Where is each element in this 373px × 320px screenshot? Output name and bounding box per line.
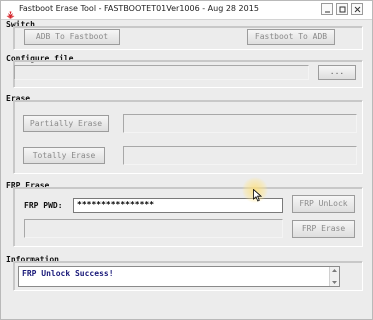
frp-pwd-value: ****************	[77, 200, 155, 209]
minimize-icon	[325, 11, 330, 13]
configure-file-path-field[interactable]	[14, 65, 309, 80]
browse-button[interactable]: ...	[318, 65, 356, 80]
fastboot-to-adb-button[interactable]: Fastboot To ADB	[247, 29, 335, 45]
scroll-arrows-icon	[332, 269, 337, 284]
partially-erase-button[interactable]: Partially Erase	[23, 115, 109, 132]
close-button[interactable]	[351, 3, 363, 15]
information-message: FRP Unlock Success!	[22, 269, 114, 278]
app-window: Fastboot Erase Tool - FASTBOOTET01Ver100…	[0, 0, 373, 320]
title-bar: Fastboot Erase Tool - FASTBOOTET01Ver100…	[1, 1, 372, 20]
adb-to-fastboot-button[interactable]: ADB To Fastboot	[24, 29, 120, 45]
window-title: Fastboot Erase Tool - FASTBOOTET01Ver100…	[19, 4, 259, 13]
huawei-logo-icon	[6, 5, 15, 19]
frp-pwd-label: FRP PWD:	[24, 201, 63, 210]
frp-erase-button[interactable]: FRP Erase	[292, 220, 355, 238]
frp-unlock-button[interactable]: FRP UnLock	[292, 195, 355, 213]
maximize-icon	[339, 6, 346, 13]
totally-erase-button[interactable]: Totally Erase	[23, 147, 105, 164]
mouse-pointer-icon	[253, 189, 262, 202]
close-icon	[354, 6, 361, 13]
partially-erase-field	[123, 114, 357, 133]
information-scrollbar[interactable]	[329, 267, 339, 286]
totally-erase-field	[123, 146, 357, 165]
frp-status-field	[24, 219, 283, 238]
maximize-button[interactable]	[336, 3, 348, 15]
information-log[interactable]: FRP Unlock Success!	[18, 266, 340, 287]
minimize-button[interactable]	[321, 3, 333, 15]
